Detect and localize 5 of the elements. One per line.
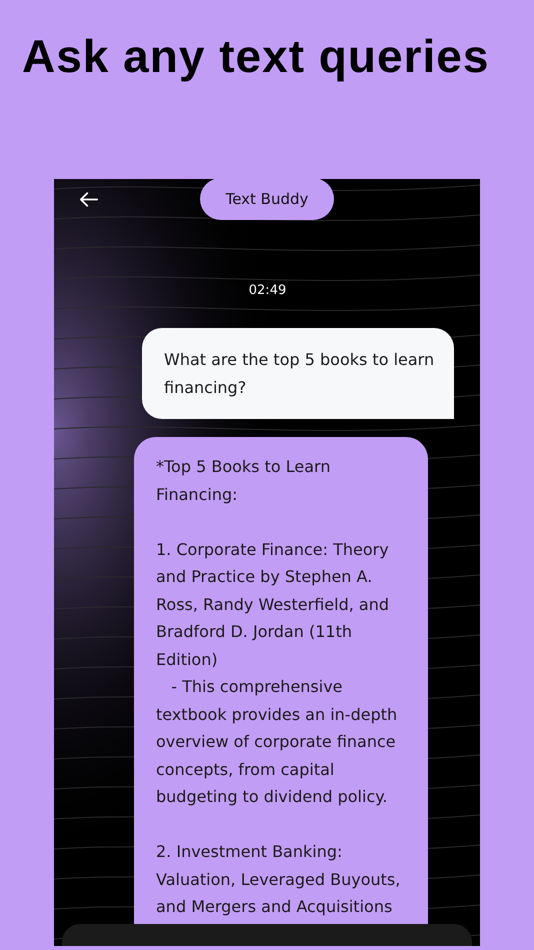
user-message: What are the top 5 books to learn financing? <box>142 328 454 419</box>
bot-message: *Top 5 Books to Learn Financing: 1. Corporate Finance: Theory and Practice by Stephen A. Ross, Randy Westerfield, and Bradford D. Jordan (11th Edition) - This comprehensive textbook provides an in-depth overview of corporate finance concepts, from capital budgeting to dividend policy. 2. Investment Banking: Valuation, Leveraged Buyouts, and Mergers and Acquisitions <box>134 437 428 924</box>
headline: Ask any text queries <box>21 29 490 84</box>
chat-title: Text Buddy <box>200 179 334 220</box>
timestamp: 02:49 <box>248 283 286 298</box>
